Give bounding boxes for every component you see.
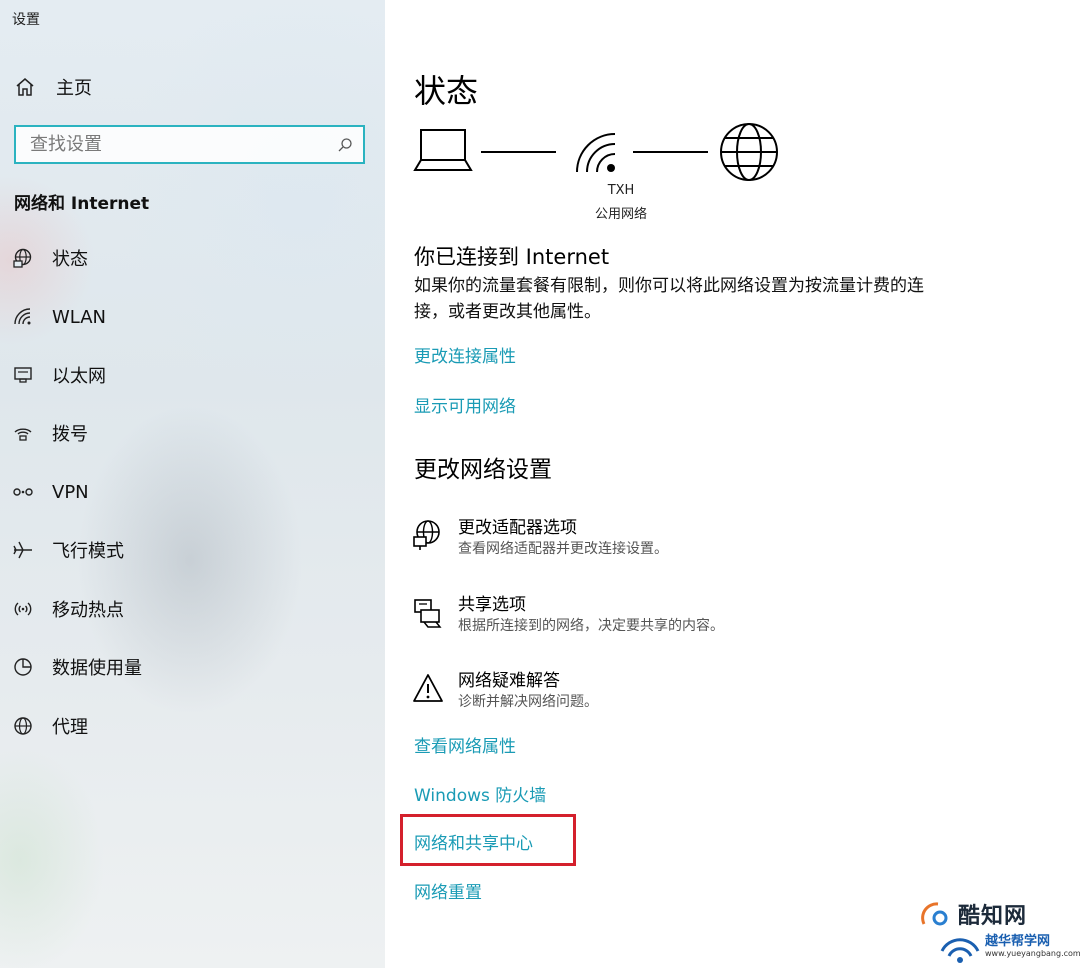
sidebar-item-label: 代理 [52, 717, 88, 738]
connection-line [633, 151, 708, 153]
sidebar-item-proxy[interactable]: 代理 [12, 712, 88, 740]
watermark: 酷知网 越华帮学网 www.yueyangbang.com [920, 895, 1080, 968]
sidebar-item-ethernet[interactable]: 以太网 [12, 361, 106, 389]
sidebar: 设置 主页 网络和 Internet 状态 [0, 0, 385, 968]
watermark-line3: www.yueyangbang.com [985, 949, 1080, 958]
globe-icon [720, 123, 778, 181]
sidebar-home-label: 主页 [56, 78, 92, 99]
home-icon [16, 78, 34, 96]
sidebar-item-label: 以太网 [52, 366, 106, 387]
sidebar-item-label: 拨号 [52, 424, 88, 445]
wifi-icon [576, 133, 616, 173]
adapter-icon [413, 520, 440, 550]
sidebar-item-label: 状态 [52, 249, 88, 270]
watermark-wifi-icon [940, 938, 980, 963]
status-heading: 你已连接到 Internet [414, 245, 610, 269]
wifi-icon [12, 306, 34, 328]
change-connection-properties-link[interactable]: 更改连接属性 [414, 342, 516, 367]
window-title: 设置 [12, 12, 40, 28]
network-type: 公用网络 [594, 207, 647, 222]
sidebar-item-airplane[interactable]: 飞行模式 [12, 536, 124, 564]
option-title: 共享选项 [458, 595, 526, 615]
sidebar-item-label: WLAN [52, 306, 107, 328]
hotspot-icon [12, 598, 34, 620]
sidebar-item-label: 数据使用量 [52, 658, 142, 679]
watermark-line1: 酷知网 [958, 904, 1028, 929]
sidebar-item-label: 飞行模式 [52, 541, 124, 562]
network-diagram: TXH 公用网络 [413, 120, 783, 230]
show-available-networks-link[interactable]: 显示可用网络 [414, 392, 516, 417]
airplane-icon [12, 539, 34, 561]
vpn-icon [12, 481, 34, 503]
data-usage-icon [12, 656, 34, 678]
option-description: 查看网络适配器并更改连接设置。 [458, 541, 668, 557]
option-title: 更改适配器选项 [458, 518, 577, 538]
warning-icon [413, 674, 443, 702]
view-network-properties-link[interactable]: 查看网络属性 [414, 732, 516, 757]
laptop-icon [413, 129, 473, 171]
change-network-settings-heading: 更改网络设置 [414, 457, 552, 483]
sidebar-item-status[interactable]: 状态 [12, 244, 88, 272]
sidebar-home[interactable]: 主页 [14, 74, 92, 100]
sidebar-item-dialup[interactable]: 拨号 [12, 419, 88, 447]
status-description: 如果你的流量套餐有限制，则你可以将此网络设置为按流量计费的连接，或者更改其他属性… [414, 276, 924, 322]
sidebar-item-wlan[interactable]: WLAN [12, 303, 106, 331]
option-description: 诊断并解决网络问题。 [458, 694, 598, 710]
sidebar-item-vpn[interactable]: VPN [12, 478, 89, 506]
sidebar-item-label: VPN [52, 481, 89, 503]
dialup-icon [12, 422, 34, 444]
section-title: 网络和 Internet [14, 194, 150, 214]
windows-firewall-link[interactable]: Windows 防火墙 [414, 781, 546, 806]
network-name: TXH [607, 183, 635, 198]
watermark-logo-icon [921, 902, 948, 926]
network-reset-link[interactable]: 网络重置 [414, 878, 482, 903]
sharing-options[interactable]: 共享选项 根据所连接到的网络，决定要共享的内容。 [412, 594, 724, 636]
main-content: 状态 TXH 公用网络 你已连接到 Internet 如果你的流量套餐有限制，则… [385, 0, 1080, 968]
sharing-icon [414, 599, 442, 628]
search-icon[interactable] [337, 137, 353, 153]
highlight-box [400, 814, 576, 866]
search-box[interactable] [14, 125, 365, 164]
search-input[interactable] [30, 134, 337, 155]
sidebar-item-label: 移动热点 [52, 600, 124, 621]
network-troubleshooter[interactable]: 网络疑难解答 诊断并解决网络问题。 [412, 670, 598, 712]
globe-icon [12, 715, 34, 737]
ethernet-icon [12, 364, 34, 386]
option-title: 网络疑难解答 [458, 671, 560, 691]
sidebar-item-hotspot[interactable]: 移动热点 [12, 595, 124, 623]
page-title: 状态 [414, 72, 479, 110]
globe-status-icon [12, 247, 34, 269]
watermark-line2: 越华帮学网 [985, 934, 1051, 949]
connection-line [481, 151, 556, 153]
sidebar-item-data-usage[interactable]: 数据使用量 [12, 653, 142, 681]
change-adapter-options[interactable]: 更改适配器选项 查看网络适配器并更改连接设置。 [412, 517, 668, 559]
option-description: 根据所连接到的网络，决定要共享的内容。 [458, 618, 724, 634]
